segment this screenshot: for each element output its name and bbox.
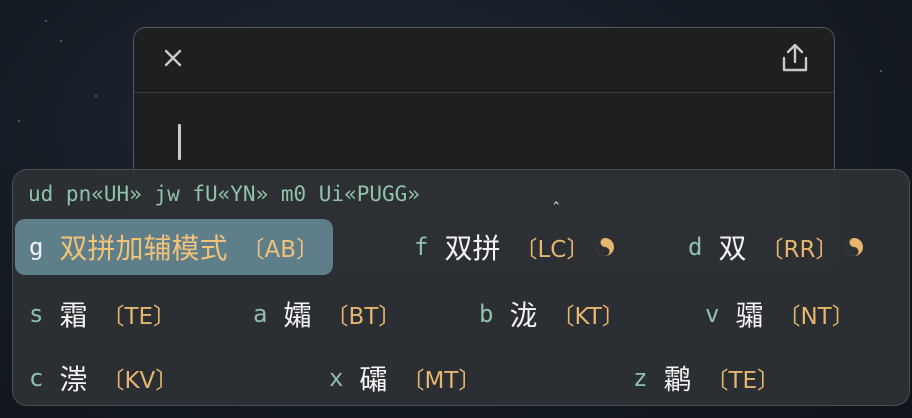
candidate-comment: 〔MT〕 [401,368,482,394]
candidate-text: 霜 [59,299,88,332]
share-button[interactable] [780,41,810,75]
candidate-text: 漴 [59,363,88,396]
editor-toolbar [134,28,834,93]
candidate-f[interactable]: f 双拼 〔LC〕 [414,219,615,275]
candidate-label: a [253,300,268,328]
candidate-comment: 〔AB〕 [241,237,319,263]
candidate-text: 双拼加辅模式 [59,232,228,265]
candidate-x[interactable]: x 礵 〔MT〕 [329,350,481,406]
candidate-label: g [29,233,44,261]
candidate-a[interactable]: a 孀 〔BT〕 [253,286,401,342]
candidate-d[interactable]: d 双 〔RR〕 [688,219,864,275]
candidate-text: 双 [718,232,747,265]
ime-preedit: ud pn«UH» jw fU«YN» m0 Ui«PUGG» [28,182,420,206]
candidate-comment: 〔BT〕 [325,304,402,330]
candidate-comment: 〔TE〕 [705,368,781,394]
text-caret [178,124,181,160]
candidate-label: c [29,364,44,392]
candidate-comment: 〔LC〕 [514,237,590,263]
candidate-comment: 〔TE〕 [101,304,177,330]
close-icon [164,49,182,67]
candidate-z[interactable]: z 鹴 〔TE〕 [633,350,780,406]
ime-candidate-window: ud pn«UH» jw fU«YN» m0 Ui«PUGG» ˆ g 双拼加辅… [12,169,910,406]
candidate-label: d [688,233,703,261]
candidate-text: 礵 [359,363,388,396]
candidate-v[interactable]: v 骦 〔NT〕 [705,286,855,342]
candidate-comment: 〔KV〕 [101,368,179,394]
candidate-label: s [29,300,44,328]
candidate-text: 骦 [735,299,764,332]
candidate-label: z [633,364,648,392]
candidate-text: 鹴 [663,363,692,396]
close-button[interactable] [160,45,186,71]
candidate-text: 孀 [283,299,312,332]
candidate-text: 泷 [509,299,538,332]
yin-yang-icon [596,238,615,256]
candidate-comment: 〔KT〕 [551,304,625,330]
candidate-s[interactable]: s 霜 〔TE〕 [29,286,176,342]
candidate-text: 双拼 [444,232,501,265]
candidate-b[interactable]: b 泷 〔KT〕 [479,286,625,342]
candidate-label: x [329,364,344,392]
candidate-comment: 〔RR〕 [760,237,839,263]
preedit-caret: ˆ [552,200,561,220]
candidate-c[interactable]: c 漴 〔KV〕 [29,350,178,406]
candidate-label: b [479,300,494,328]
share-icon [782,43,808,72]
candidate-label: f [414,233,429,261]
candidate-comment: 〔NT〕 [777,304,855,330]
candidate-g[interactable]: g 双拼加辅模式 〔AB〕 [15,219,333,275]
candidate-label: v [705,300,720,328]
yin-yang-icon [845,238,864,256]
